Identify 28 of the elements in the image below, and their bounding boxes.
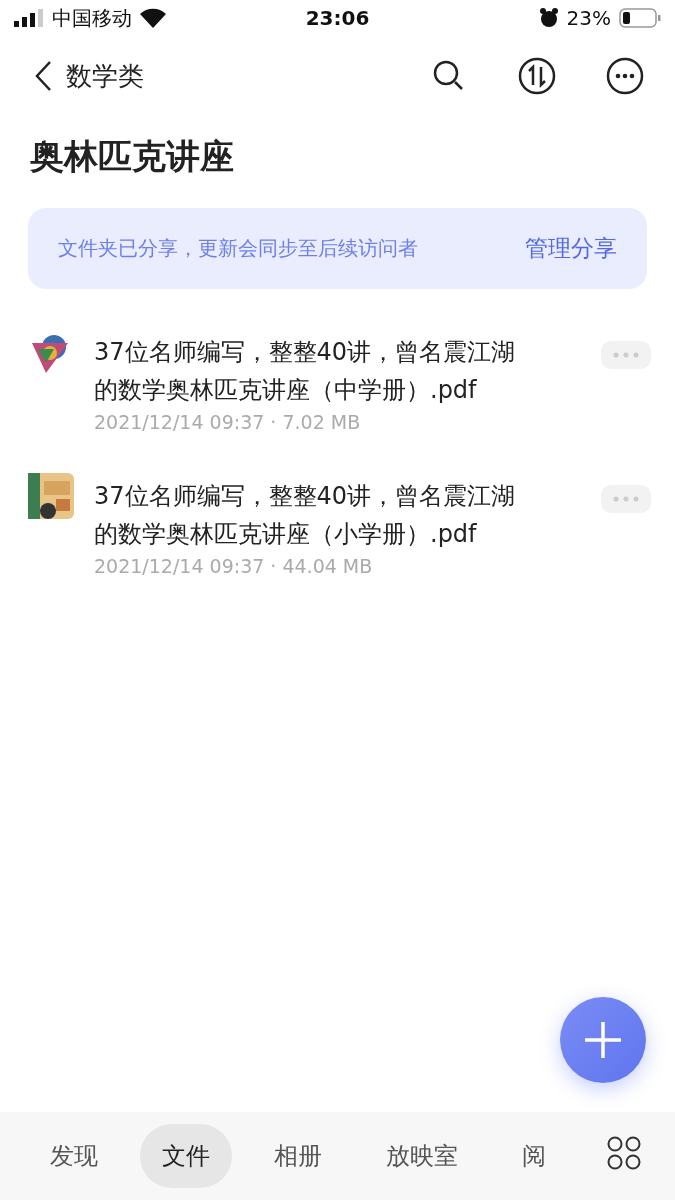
clock-time: 23:06 xyxy=(305,6,370,30)
tab[interactable]: 相册 xyxy=(252,1124,344,1188)
dots-icon xyxy=(613,496,639,502)
nav-title: 数学类 xyxy=(66,59,145,93)
file-name[interactable]: 37位名师编写，整整40讲，曾名震江湖的数学奥林匹克讲座（小学册）.pdf xyxy=(94,477,534,553)
file-meta: 2021/12/14 09:37 · 7.02 MB xyxy=(94,411,362,433)
alarm-icon xyxy=(538,8,559,28)
tab[interactable]: 放映室 xyxy=(364,1124,480,1188)
sort-icon xyxy=(518,57,556,95)
carrier-name: 中国移动 xyxy=(52,4,132,32)
signal-icon xyxy=(14,9,44,27)
battery-percent: 23% xyxy=(566,6,611,30)
battery-icon xyxy=(619,8,661,28)
manage-share-link[interactable]: 管理分享 xyxy=(525,233,617,264)
tab[interactable]: 阅 xyxy=(500,1124,568,1188)
tab[interactable]: 文件 xyxy=(140,1124,232,1188)
share-message: 文件夹已分享，更新会同步至后续访问者 xyxy=(58,235,418,262)
wifi-icon xyxy=(140,8,166,28)
folder-title: 奥林匹克讲座 xyxy=(30,135,235,178)
more-icon xyxy=(606,57,644,95)
plus-icon xyxy=(583,1020,623,1060)
tab[interactable]: 发现 xyxy=(28,1124,120,1188)
dots-icon xyxy=(613,352,639,358)
add-button[interactable] xyxy=(560,997,646,1083)
grid-icon[interactable] xyxy=(607,1136,641,1170)
back-icon[interactable] xyxy=(34,60,52,92)
file-meta: 2021/12/14 09:37 · 44.04 MB xyxy=(94,555,374,577)
file-name[interactable]: 37位名师编写，整整40讲，曾名震江湖的数学奥林匹克讲座（中学册）.pdf xyxy=(94,333,534,409)
